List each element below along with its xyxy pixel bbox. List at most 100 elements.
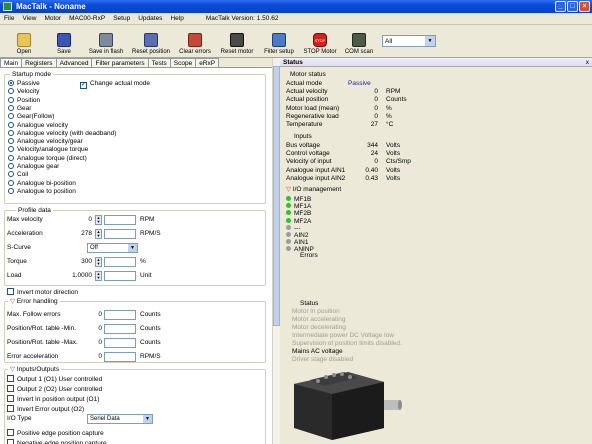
error-field-input[interactable] — [104, 352, 136, 362]
menu-mac00[interactable]: MAC00-RxP — [65, 15, 109, 22]
startup-mode-radio[interactable]: Velocity — [8, 88, 39, 95]
torque-spinner[interactable]: ▲ ▼ — [95, 257, 102, 267]
device-select[interactable]: All ▼ — [382, 35, 436, 47]
checkbox-box — [7, 429, 14, 436]
main-panel-scrollbar[interactable] — [272, 58, 280, 444]
tab-advanced[interactable]: Advanced — [55, 58, 93, 67]
save-flash-button[interactable]: Save in flash — [84, 25, 128, 58]
menu-bar: File View Motor MAC00-RxP Setup Updates … — [0, 13, 592, 25]
startup-mode-label: Analogue velocity — [17, 121, 68, 129]
motor-status-label: Actual velocity — [286, 88, 328, 96]
menu-view[interactable]: View — [18, 15, 40, 22]
startup-mode-radio[interactable]: Analogue to position — [8, 187, 76, 195]
checkbox-box — [7, 395, 14, 402]
capture-checkbox[interactable]: Negative edge position capture — [7, 439, 107, 444]
acceleration-input[interactable] — [104, 229, 136, 239]
max-velocity-spinner[interactable]: ▲ ▼ — [95, 215, 102, 225]
save-button[interactable]: Save — [44, 25, 84, 58]
startup-mode-radio[interactable]: Analogue velocity (with deadband) — [8, 129, 116, 137]
motor-status-unit: % — [386, 112, 392, 120]
io-checkbox[interactable]: Output 1 (O1) User controlled — [7, 375, 102, 383]
startup-mode-radio[interactable]: Analogue velocity/gear — [8, 138, 83, 145]
startup-mode-label: Velocity — [17, 88, 40, 96]
com-scan-icon — [352, 33, 366, 47]
checkbox-box — [7, 288, 14, 295]
inputs-outputs-title-text: Inputs/Outputs — [16, 366, 60, 373]
io-checkbox[interactable]: Invert In position output (O1) — [7, 395, 99, 403]
startup-mode-radio[interactable]: Passive — [8, 80, 40, 87]
clear-errors-button[interactable]: Clear errors — [174, 25, 216, 58]
startup-mode-radio[interactable]: Coil — [8, 171, 28, 178]
startup-mode-radio[interactable]: Velocity/analogue torque — [8, 146, 88, 153]
invert-motor-direction-checkbox[interactable]: Invert motor direction — [7, 288, 78, 296]
menu-file[interactable]: File — [0, 15, 18, 22]
menu-motor[interactable]: Motor — [40, 15, 65, 22]
error-field-input[interactable] — [104, 338, 136, 348]
maximize-button[interactable]: □ — [567, 1, 578, 12]
led-indicator-icon — [286, 203, 291, 209]
load-input[interactable] — [104, 271, 136, 281]
io-led-label: --- — [294, 224, 301, 232]
chevron-down-icon: ▼ — [425, 36, 435, 46]
reset-motor-button[interactable]: Reset motor — [216, 25, 258, 58]
startup-mode-radio[interactable]: Analogue velocity — [8, 121, 68, 129]
error-field-unit: Counts — [140, 311, 161, 318]
startup-mode-label: Analogue torque (direct) — [17, 154, 87, 162]
tab-erxp[interactable]: eRxP — [195, 58, 220, 67]
max-velocity-input[interactable] — [104, 215, 136, 225]
filter-setup-icon — [272, 33, 286, 47]
title-bar: MacTalk - Noname _ □ × — [0, 0, 592, 13]
startup-mode-radio[interactable]: Position — [8, 96, 41, 104]
menu-help[interactable]: Help — [166, 15, 187, 22]
filter-setup-label: Filter setup — [264, 49, 294, 55]
change-actual-mode-checkbox[interactable]: ✓ Change actual mode — [80, 80, 150, 89]
io-checkbox[interactable]: Invert Error output (O2) — [7, 405, 84, 413]
capture-checkbox[interactable]: Positive edge position capture — [7, 429, 104, 437]
scrollbar-thumb[interactable] — [273, 66, 280, 326]
minimize-button[interactable]: _ — [555, 1, 566, 12]
tab-scope[interactable]: Scope — [169, 58, 197, 67]
open-button[interactable]: Open — [4, 25, 44, 58]
startup-mode-radio[interactable]: Gear — [8, 104, 31, 112]
error-handling-title: ▽ Error handling — [8, 297, 60, 305]
close-button[interactable]: × — [579, 1, 590, 12]
acceleration-spinner[interactable]: ▲ ▼ — [95, 229, 102, 239]
close-icon[interactable]: x — [586, 58, 589, 67]
io-type-select[interactable]: Seriel Data ▼ — [87, 414, 153, 424]
tab-registers[interactable]: Registers — [21, 58, 57, 67]
startup-mode-radio[interactable]: Gear(Follow) — [8, 113, 55, 120]
input-label: Analogue input AIN1 — [286, 166, 346, 174]
collapse-triangle-icon: ▽ — [286, 186, 293, 193]
menu-setup[interactable]: Setup — [109, 15, 134, 22]
status-title: Status — [300, 300, 319, 307]
com-scan-button[interactable]: COM scan — [340, 25, 378, 58]
startup-mode-radio[interactable]: Analogue gear — [8, 163, 59, 170]
startup-mode-radio[interactable]: Analogue torque (direct) — [8, 154, 87, 162]
error-field-input[interactable] — [104, 310, 136, 320]
radio-dot — [8, 104, 14, 111]
io-checkbox[interactable]: Output 2 (O2) User controlled — [7, 385, 102, 393]
s-curve-select[interactable]: Off ▼ — [87, 243, 138, 253]
startup-mode-title: Startup mode — [10, 71, 54, 78]
load-spinner[interactable]: ▲ ▼ — [95, 271, 102, 281]
tab-tests[interactable]: Tests — [147, 58, 171, 67]
motor-status-label: Actual position — [286, 96, 329, 104]
tab-main[interactable]: Main — [0, 58, 23, 67]
startup-mode-label: Passive — [17, 80, 40, 87]
motor-status-label: Actual mode — [286, 80, 323, 87]
io-led-item: MF1B — [286, 196, 311, 203]
led-indicator-icon — [286, 210, 291, 216]
io-led-item: AIN1 — [286, 239, 308, 246]
tab-filter-parameters[interactable]: Filter parameters — [91, 58, 149, 67]
startup-mode-radio[interactable]: Analogue bi-position — [8, 179, 76, 187]
reset-position-button[interactable]: Reset position — [128, 25, 174, 58]
error-field-input[interactable] — [104, 324, 136, 334]
radio-dot — [8, 88, 14, 95]
led-indicator-icon — [286, 196, 291, 201]
inputs-outputs-title: ▽ Inputs/Outputs — [8, 365, 62, 373]
menu-updates[interactable]: Updates — [134, 15, 166, 22]
stop-motor-button[interactable]: STOP STOP Motor — [300, 25, 340, 58]
filter-setup-button[interactable]: Filter setup — [258, 25, 300, 58]
startup-mode-label: Position — [17, 96, 41, 104]
torque-input[interactable] — [104, 257, 136, 267]
